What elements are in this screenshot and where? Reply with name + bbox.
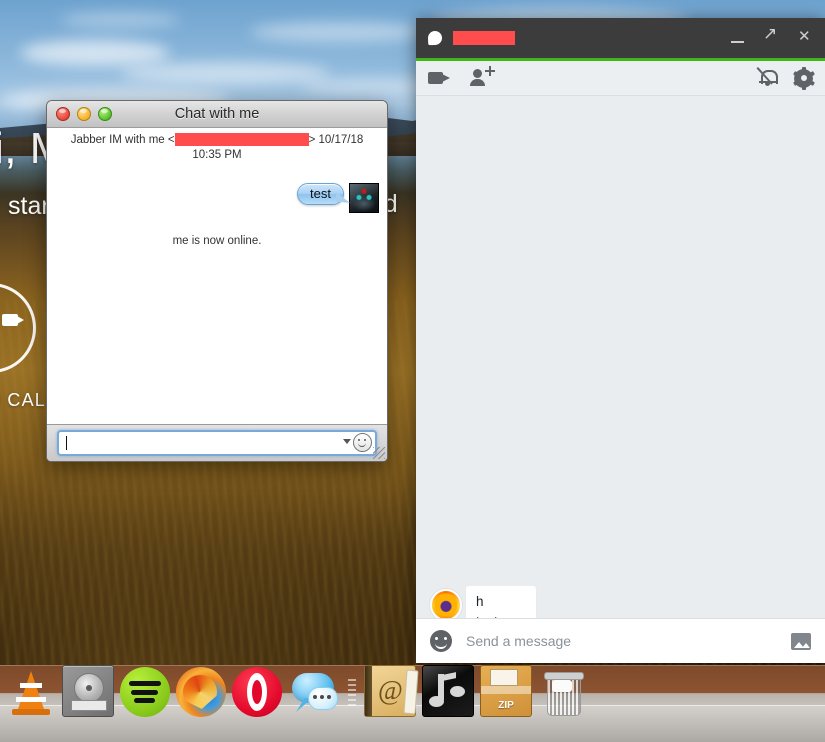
- window-controls: [729, 25, 815, 47]
- message-group: h test Now: [430, 586, 536, 618]
- opera-icon[interactable]: [232, 667, 282, 717]
- cloud: [250, 22, 430, 42]
- dock-separator: [344, 673, 358, 713]
- conversation-header-prefix: Jabber IM with me <: [70, 134, 175, 146]
- minimize-icon[interactable]: [729, 29, 747, 47]
- redacted-contact-name: [453, 31, 515, 45]
- resize-grip[interactable]: [373, 447, 385, 459]
- message-column: h test Now: [466, 586, 536, 618]
- chevron-down-icon[interactable]: [343, 439, 351, 444]
- address-book-icon[interactable]: @: [364, 665, 419, 717]
- gear-icon[interactable]: [792, 66, 815, 90]
- pop-out-icon[interactable]: [763, 25, 781, 47]
- message-bubble: h test: [466, 586, 536, 618]
- message-line: test: [476, 612, 514, 618]
- dock[interactable]: @ ZIP: [0, 665, 825, 742]
- toolbar-right-group: [756, 66, 815, 90]
- zip-label: ZIP: [498, 700, 514, 711]
- minimize-button[interactable]: [77, 107, 91, 121]
- cloud: [120, 62, 330, 84]
- messages-icon[interactable]: [288, 667, 338, 717]
- cloud: [60, 12, 180, 28]
- itunes-icon[interactable]: [422, 665, 474, 717]
- zoom-button[interactable]: [98, 107, 112, 121]
- emoji-icon[interactable]: [430, 630, 452, 652]
- image-upload-icon[interactable]: [791, 632, 811, 650]
- close-button[interactable]: [56, 107, 70, 121]
- close-icon[interactable]: [797, 28, 815, 47]
- vlc-icon[interactable]: [6, 667, 56, 717]
- avatar: [430, 589, 462, 618]
- conversation-header: Jabber IM with me < > 10/17/18 10:35 PM: [47, 128, 387, 163]
- message-input[interactable]: [57, 430, 377, 456]
- status-event-line: me is now online.: [172, 235, 262, 247]
- video-call-icon[interactable]: [428, 67, 454, 89]
- add-person-icon[interactable]: [470, 66, 496, 89]
- screen: i, M star end O CALL Chat with me Jabber…: [0, 0, 825, 742]
- message-row-outgoing: test: [47, 183, 379, 213]
- cloud: [20, 40, 170, 66]
- adium-chat-window[interactable]: Chat with me Jabber IM with me < > 10/17/…: [46, 100, 388, 462]
- hangouts-compose-bar[interactable]: Send a message: [416, 618, 825, 663]
- hangouts-message-list[interactable]: h test Now: [416, 96, 825, 618]
- firefox-icon[interactable]: [176, 667, 226, 717]
- at-glyph: @: [378, 675, 403, 705]
- trash-icon[interactable]: [538, 667, 588, 717]
- conversation-header-suffix: >: [308, 134, 316, 146]
- disk-utility-icon[interactable]: [62, 665, 114, 717]
- chat-balloon-icon: [427, 30, 443, 46]
- adium-conversation-body: Jabber IM with me < > 10/17/18 10:35 PM t…: [47, 128, 387, 424]
- hangouts-window[interactable]: h test Now Send a message: [416, 18, 825, 663]
- mech-avatar: [349, 183, 379, 213]
- hangouts-toolbar: [416, 61, 825, 96]
- message-bubble: test: [297, 183, 344, 205]
- message-line: h: [476, 594, 484, 609]
- text-caret: [66, 436, 67, 450]
- smiley-icon[interactable]: [353, 433, 372, 452]
- spotify-icon[interactable]: [120, 667, 170, 717]
- redacted-jid: [174, 133, 309, 147]
- hangouts-titlebar[interactable]: [416, 18, 825, 61]
- bell-off-icon[interactable]: [756, 67, 778, 88]
- dock-items: @ ZIP: [6, 665, 588, 723]
- zip-archive-icon[interactable]: ZIP: [480, 665, 532, 717]
- compose-input[interactable]: Send a message: [466, 633, 571, 649]
- adium-titlebar[interactable]: Chat with me: [47, 101, 387, 128]
- adium-input-area: [47, 424, 387, 461]
- traffic-lights: [56, 107, 112, 121]
